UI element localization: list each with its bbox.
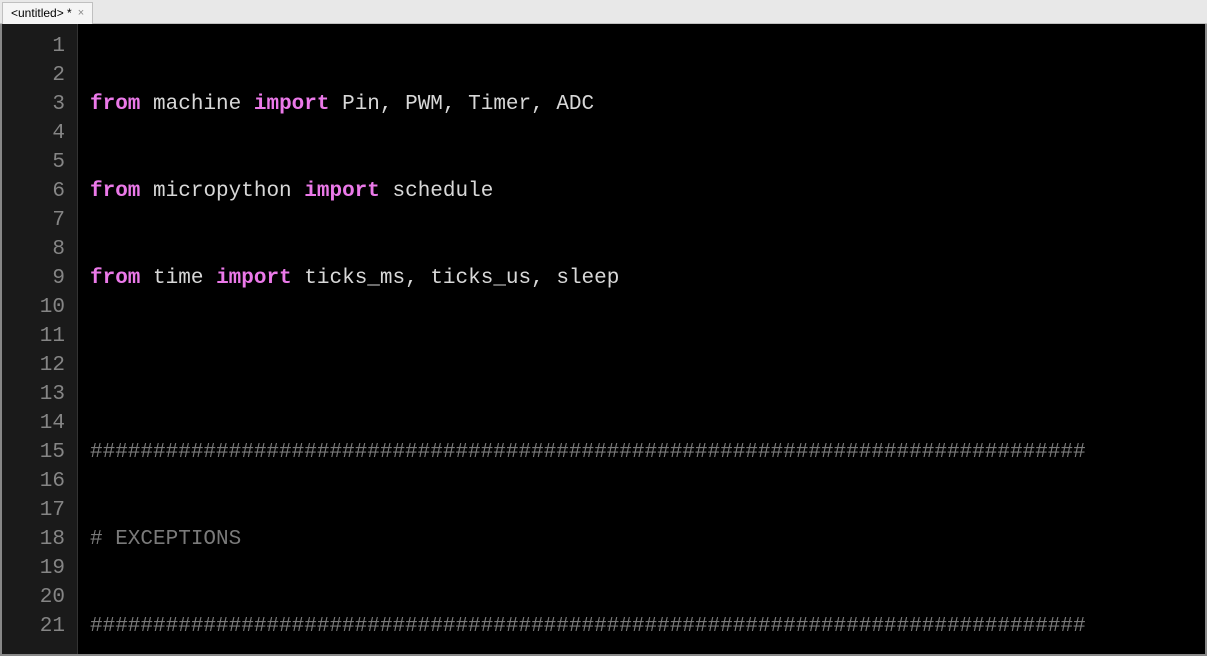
- line-number: 21: [10, 612, 65, 641]
- file-tab[interactable]: <untitled> * ×: [2, 2, 93, 24]
- tab-bar: <untitled> * ×: [0, 0, 1207, 24]
- editor: 1 2 3 4 5 6 7 8 9 10 11 12 13 14 15 16 1…: [0, 24, 1207, 656]
- line-number: 8: [10, 235, 65, 264]
- tab-title: <untitled> *: [11, 6, 72, 20]
- line-number: 18: [10, 525, 65, 554]
- line-number: 1: [10, 32, 65, 61]
- close-icon[interactable]: ×: [78, 7, 84, 19]
- line-number: 13: [10, 380, 65, 409]
- code-line: from micropython import schedule: [90, 177, 1205, 206]
- line-number: 19: [10, 554, 65, 583]
- code-line: [90, 351, 1205, 380]
- code-line: ########################################…: [90, 612, 1205, 641]
- line-number: 4: [10, 119, 65, 148]
- line-number: 9: [10, 264, 65, 293]
- line-number: 11: [10, 322, 65, 351]
- line-number: 6: [10, 177, 65, 206]
- line-number: 10: [10, 293, 65, 322]
- line-number: 15: [10, 438, 65, 467]
- line-number: 14: [10, 409, 65, 438]
- code-line: from machine import Pin, PWM, Timer, ADC: [90, 90, 1205, 119]
- code-line: # EXCEPTIONS: [90, 525, 1205, 554]
- line-number: 2: [10, 61, 65, 90]
- code-pane[interactable]: from machine import Pin, PWM, Timer, ADC…: [78, 24, 1205, 654]
- line-number: 16: [10, 467, 65, 496]
- line-number-gutter: 1 2 3 4 5 6 7 8 9 10 11 12 13 14 15 16 1…: [2, 24, 78, 654]
- line-number: 12: [10, 351, 65, 380]
- code-line: ########################################…: [90, 438, 1205, 467]
- line-number: 20: [10, 583, 65, 612]
- line-number: 3: [10, 90, 65, 119]
- code-line: from time import ticks_ms, ticks_us, sle…: [90, 264, 1205, 293]
- line-number: 7: [10, 206, 65, 235]
- line-number: 5: [10, 148, 65, 177]
- line-number: 17: [10, 496, 65, 525]
